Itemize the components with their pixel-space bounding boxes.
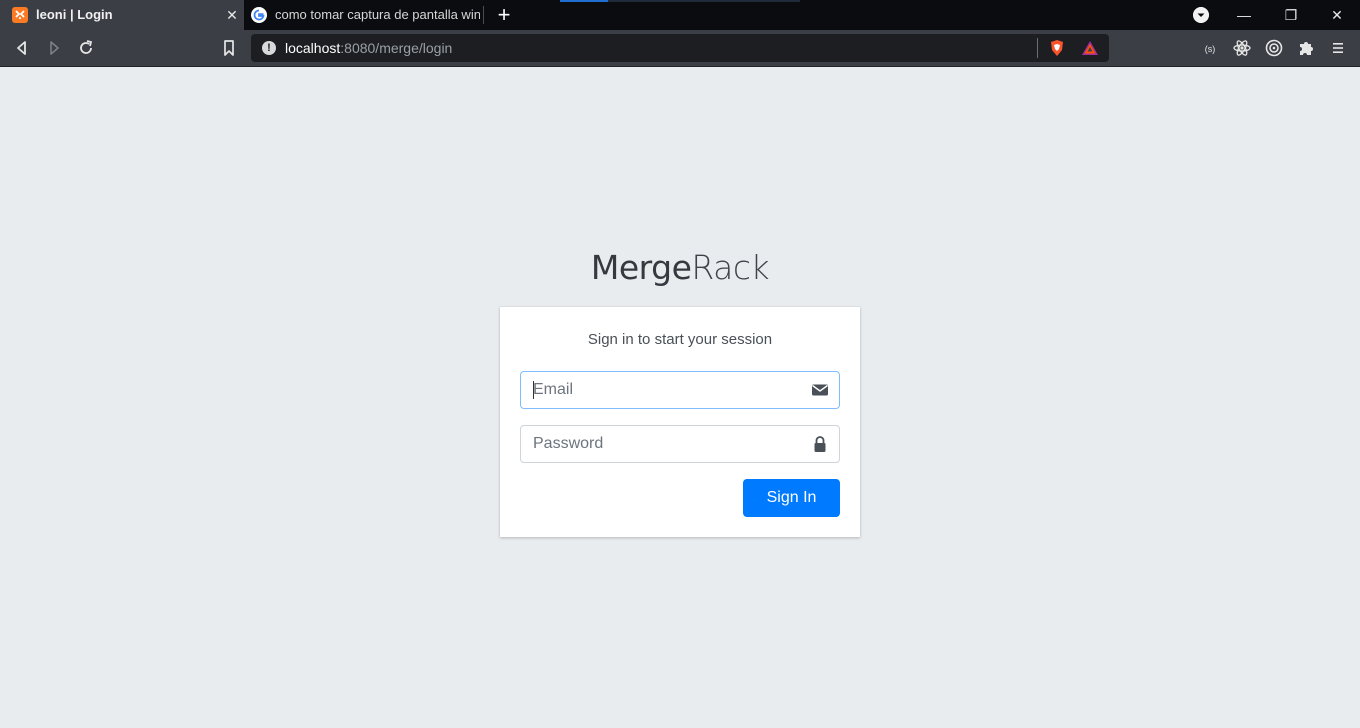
loading-indicator (560, 0, 608, 2)
tab-leoni-login[interactable]: leoni | Login ✕ (0, 0, 244, 30)
login-card: Sign in to start your session Sign In (500, 307, 860, 537)
restore-button[interactable]: ❐ (1268, 0, 1314, 30)
minimize-button[interactable]: — (1221, 0, 1267, 30)
tab-google-search[interactable]: como tomar captura de pantalla windo (244, 0, 484, 30)
menu-icon[interactable] (1328, 38, 1348, 58)
address-text[interactable]: localhost:8080/merge/login (285, 40, 452, 56)
target-icon[interactable] (1264, 38, 1284, 58)
password-field[interactable] (520, 425, 840, 463)
back-icon[interactable] (12, 38, 32, 58)
login-box-message: Sign in to start your session (587, 331, 773, 348)
loading-track (608, 0, 800, 2)
forward-icon (50, 41, 59, 55)
reload-icon[interactable] (76, 38, 96, 58)
tab-close-button[interactable]: ✕ (224, 6, 240, 24)
email-field[interactable] (520, 371, 840, 409)
extension-s-icon[interactable]: (s) (1200, 38, 1220, 58)
address-divider (1037, 38, 1038, 58)
tab-separator (483, 6, 484, 24)
extensions-puzzle-icon[interactable] (1296, 38, 1316, 58)
tab-title: leoni | Login (36, 7, 113, 22)
tab-title: como tomar captura de pantalla windo (275, 7, 480, 22)
logo-bold: Merge (590, 248, 692, 287)
app-logo[interactable]: MergeRack (0, 248, 1360, 287)
text-caret (533, 381, 534, 399)
tab-search-icon[interactable] (1193, 7, 1209, 23)
bookmark-icon[interactable] (219, 38, 239, 58)
email-input[interactable] (521, 372, 801, 408)
new-tab-button[interactable]: + (494, 4, 514, 26)
browser-tabbar: leoni | Login ✕ como tomar captura de pa… (0, 0, 1360, 30)
site-info-icon[interactable]: ! (262, 41, 276, 55)
sign-in-button[interactable]: Sign In (743, 479, 840, 517)
xampp-icon (12, 7, 28, 23)
brave-rewards-icon[interactable] (1080, 38, 1100, 58)
svg-text:(s): (s) (1205, 44, 1216, 54)
window-close-button[interactable]: ✕ (1314, 0, 1360, 30)
logo-light: Rack (691, 248, 770, 287)
password-input[interactable] (521, 426, 801, 462)
react-devtools-icon[interactable] (1232, 38, 1252, 58)
brave-shields-icon[interactable] (1047, 38, 1067, 58)
lock-icon (814, 436, 826, 452)
google-icon (251, 7, 267, 23)
envelope-icon (812, 384, 828, 396)
